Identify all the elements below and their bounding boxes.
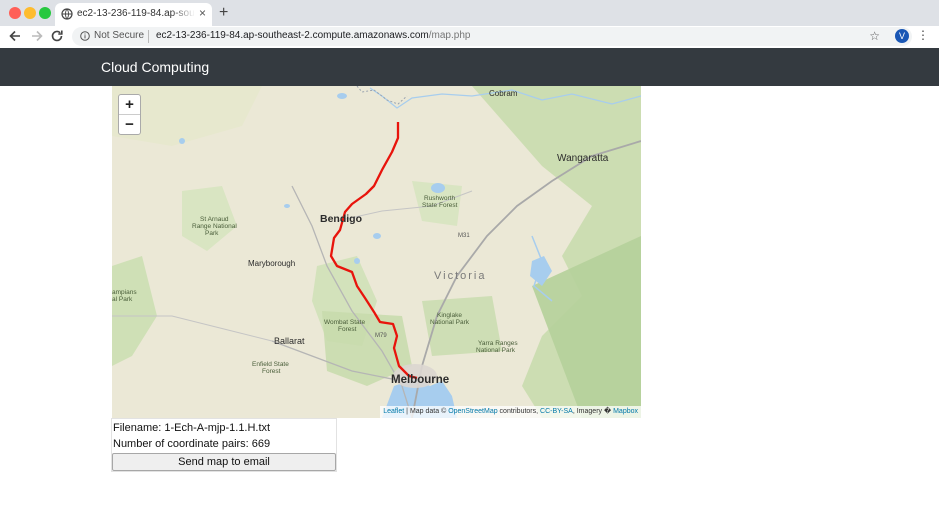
map-label-st-arnaud: St Arnaud: [200, 216, 229, 223]
site-navbar: Cloud Computing: [0, 48, 939, 86]
browser-tab-bar: ec2-13-236-119-84.ap-southeast-2.compute…: [0, 0, 939, 26]
map-label-rushworth-2: State Forest: [422, 202, 458, 209]
zoom-in-button[interactable]: +: [119, 95, 140, 115]
file-info-panel: Filename: 1-Ech-A-mjp-1.1.H.txt Number o…: [111, 418, 337, 472]
window-maximize-button[interactable]: [39, 7, 51, 19]
map-label-rushworth: Rushworth: [424, 195, 455, 202]
browser-tab[interactable]: ec2-13-236-119-84.ap-southeast-2.compute…: [55, 3, 212, 26]
route-map[interactable]: Cobram Wangaratta Rushworth State Forest…: [112, 86, 641, 418]
coordinate-count-text: Number of coordinate pairs: 669: [113, 438, 271, 450]
map-label-wombat: Wombat State: [324, 319, 365, 326]
tab-title: ec2-13-236-119-84.ap-southeast-2.compute…: [77, 8, 195, 19]
address-divider: [148, 30, 149, 43]
url-host: ec2-13-236-119-84.ap-southeast-2.compute…: [156, 30, 429, 41]
map-label-bendigo: Bendigo: [320, 213, 362, 225]
map-label-wangaratta: Wangaratta: [557, 153, 609, 164]
map-label-m31: M31: [458, 233, 470, 239]
map-attribution: Leaflet | Map data © OpenStreetMap contr…: [380, 406, 641, 418]
tab-close-icon[interactable]: ×: [199, 6, 206, 20]
attribution-text-3: , Imagery �: [572, 408, 614, 415]
map-label-enfield: Enfield State: [252, 361, 289, 368]
map-label-melbourne: Melbourne: [391, 374, 449, 386]
reload-icon[interactable]: [49, 28, 65, 44]
map-label-m79: M79: [375, 333, 387, 339]
map-tiles: Cobram Wangaratta Rushworth State Forest…: [112, 86, 641, 418]
map-label-kinglake-2: National Park: [430, 319, 470, 326]
map-label-yarra-2: National Park: [476, 347, 516, 354]
map-label-st-arnaud-2: Range National: [192, 223, 237, 230]
openstreetmap-link[interactable]: OpenStreetMap: [448, 408, 497, 415]
filename-text: Filename: 1-Ech-A-mjp-1.1.H.txt: [113, 422, 271, 434]
send-map-email-button[interactable]: Send map to email: [112, 453, 336, 471]
map-label-st-arnaud-3: Park: [205, 230, 219, 237]
url-text[interactable]: ec2-13-236-119-84.ap-southeast-2.compute…: [156, 30, 470, 41]
map-label-yarra: Yarra Ranges: [478, 340, 518, 347]
back-arrow-icon[interactable]: [7, 28, 23, 44]
window-close-button[interactable]: [9, 7, 21, 19]
map-label-victoria: Victoria: [434, 270, 486, 282]
map-label-grampians-2: al Park: [112, 296, 133, 303]
map-label-kinglake: Kinglake: [437, 312, 462, 319]
attribution-text-1: | Map data ©: [404, 408, 449, 415]
map-label-cobram: Cobram: [489, 89, 518, 98]
zoom-out-button[interactable]: −: [119, 115, 140, 134]
map-label-maryborough: Maryborough: [248, 259, 295, 268]
bookmark-star-icon[interactable]: ☆: [869, 29, 880, 43]
license-link[interactable]: CC-BY-SA: [540, 408, 573, 415]
security-label[interactable]: Not Secure: [94, 30, 144, 41]
map-label-ballarat: Ballarat: [274, 336, 305, 346]
browser-toolbar: Not Secure ec2-13-236-119-84.ap-southeas…: [0, 26, 939, 49]
url-path: /map.php: [428, 30, 471, 41]
address-bar[interactable]: Not Secure ec2-13-236-119-84.ap-southeas…: [72, 27, 912, 46]
new-tab-button[interactable]: +: [219, 4, 228, 22]
window-minimize-button[interactable]: [24, 7, 36, 19]
attribution-text-2: contributors,: [497, 408, 541, 415]
map-label-wombat-2: Forest: [338, 326, 357, 333]
mapbox-link[interactable]: Mapbox: [613, 408, 638, 415]
navbar-brand[interactable]: Cloud Computing: [101, 59, 209, 75]
zoom-control: + −: [118, 94, 141, 135]
browser-menu-icon[interactable]: ⋮: [917, 28, 929, 42]
globe-icon: [61, 8, 73, 20]
map-label-grampians: ampians: [112, 289, 137, 296]
leaflet-link[interactable]: Leaflet: [383, 408, 404, 415]
profile-avatar[interactable]: V: [895, 29, 909, 43]
forward-arrow-icon[interactable]: [29, 28, 45, 44]
map-label-enfield-2: Forest: [262, 368, 281, 375]
info-icon[interactable]: [80, 31, 90, 41]
